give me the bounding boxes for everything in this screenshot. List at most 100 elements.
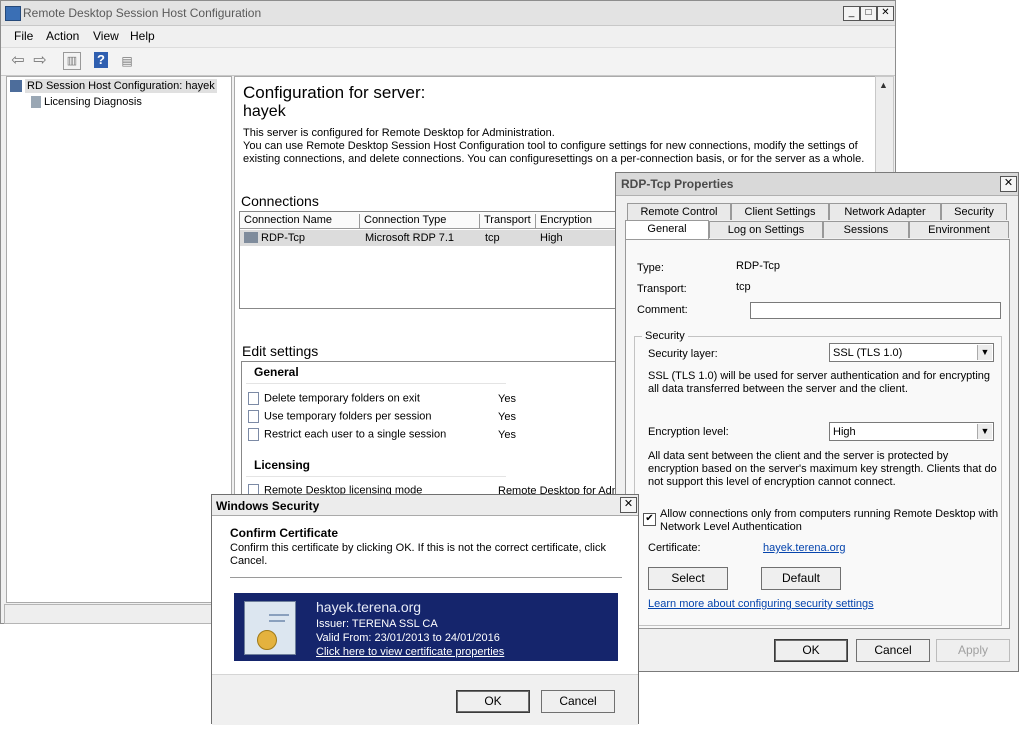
security-title: Windows Security [216, 499, 320, 513]
setting-icon [248, 428, 259, 441]
encryption-level-select[interactable]: High ▼ [829, 422, 994, 441]
divider [246, 383, 506, 384]
menu-action[interactable]: Action [46, 29, 79, 43]
props-ok-button[interactable]: OK [774, 639, 848, 662]
security-cancel-button[interactable]: Cancel [541, 690, 615, 713]
encryption-desc: All data sent between the client and the… [648, 450, 997, 488]
menu-file[interactable]: File [14, 29, 33, 43]
app-icon [5, 6, 21, 21]
view-cert-link[interactable]: Click here to view certificate propertie… [316, 646, 504, 658]
security-titlebar[interactable]: Windows Security ✕ [212, 495, 638, 516]
setting-icon [248, 392, 259, 405]
connections-title: Connections [241, 193, 319, 209]
col-transport[interactable]: Transport [480, 214, 536, 228]
diagnosis-icon [31, 96, 41, 109]
minimize-button[interactable]: _ [843, 6, 860, 21]
setting-row[interactable]: Delete temporary folders on exit [248, 392, 420, 405]
setting-value: Yes [498, 411, 516, 423]
certificate-line [269, 620, 285, 622]
tab-remote-control[interactable]: Remote Control [627, 203, 731, 220]
col-connection-name[interactable]: Connection Name [240, 214, 360, 228]
props-apply-button[interactable]: Apply [936, 639, 1010, 662]
setting-icon [248, 410, 259, 423]
default-button[interactable]: Default [761, 567, 841, 590]
tab-logon-settings[interactable]: Log on Settings [709, 221, 823, 238]
security-close-button[interactable]: ✕ [620, 497, 637, 513]
tree-licensing-diagnosis[interactable]: Licensing Diagnosis [31, 96, 142, 109]
security-footer: OK Cancel [212, 674, 638, 725]
security-layer-select[interactable]: SSL (TLS 1.0) ▼ [829, 343, 994, 362]
comment-input[interactable] [750, 302, 1001, 319]
forward-arrow-icon[interactable]: ⇨ [31, 52, 49, 70]
tree-licensing-label: Licensing Diagnosis [44, 96, 142, 108]
menu-help[interactable]: Help [130, 29, 155, 43]
tree-root-label: RD Session Host Configuration: hayek [25, 79, 217, 93]
certificate-icon [244, 601, 296, 655]
select-button[interactable]: Select [648, 567, 728, 590]
tab-network-adapter[interactable]: Network Adapter [829, 203, 941, 220]
close-button[interactable]: ✕ [877, 6, 894, 21]
cert-name: hayek.terena.org [316, 599, 422, 615]
setting-row[interactable]: Use temporary folders per session [248, 410, 432, 423]
col-connection-type[interactable]: Connection Type [360, 214, 480, 228]
setting-label: Use temporary folders per session [264, 410, 432, 423]
setting-label: Restrict each user to a single session [264, 428, 447, 441]
back-arrow-icon[interactable]: ⇦ [9, 52, 27, 70]
tab-security[interactable]: Security [941, 203, 1007, 220]
security-layer-label: Security layer: [648, 348, 718, 360]
desc-line-1: This server is configured for Remote Des… [243, 127, 555, 139]
tab-client-settings[interactable]: Client Settings [731, 203, 829, 220]
props-title: RDP-Tcp Properties [621, 177, 734, 191]
row-type: Microsoft RDP 7.1 [365, 232, 455, 244]
confirm-heading: Confirm Certificate [230, 526, 339, 540]
learn-more-link[interactable]: Learn more about configuring security se… [648, 598, 874, 610]
windows-security-dialog: Windows Security ✕ Confirm Certificate C… [211, 494, 639, 725]
main-titlebar[interactable]: Remote Desktop Session Host Configuratio… [1, 1, 895, 26]
menu-view[interactable]: View [93, 29, 119, 43]
row-transport: tcp [485, 232, 500, 244]
tab-sessions[interactable]: Sessions [823, 221, 909, 238]
setting-row[interactable]: Restrict each user to a single session [248, 428, 446, 441]
cert-valid: Valid From: 23/01/2013 to 24/01/2016 [316, 632, 500, 644]
licensing-section-title: Licensing [254, 458, 311, 472]
certificate-label: Certificate: [648, 542, 701, 554]
col-encryption[interactable]: Encryption [536, 214, 626, 228]
cert-issuer: Issuer: TERENA SSL CA [316, 618, 438, 630]
config-heading: Configuration for server: [243, 83, 426, 102]
security-layer-desc: SSL (TLS 1.0) will be used for server au… [648, 370, 990, 395]
certificate-seal [257, 630, 277, 650]
divider [246, 476, 506, 477]
chevron-down-icon: ▼ [977, 424, 992, 439]
edit-settings-title: Edit settings [242, 343, 319, 359]
show-hide-tree-icon[interactable]: ▥ [63, 52, 81, 70]
props-cancel-button[interactable]: Cancel [856, 639, 930, 662]
confirm-message: Confirm this certificate by clicking OK.… [230, 542, 606, 567]
certificate-tile[interactable]: hayek.terena.org Issuer: TERENA SSL CA V… [234, 593, 618, 661]
props-titlebar[interactable]: RDP-Tcp Properties ✕ [616, 173, 1018, 196]
server-config-icon [10, 80, 22, 93]
security-group-label: Security [642, 330, 688, 342]
properties-pane-icon[interactable]: ▤ [118, 52, 136, 70]
security-ok-button[interactable]: OK [456, 690, 530, 713]
properties-dialog: RDP-Tcp Properties ✕ Remote Control Clie… [615, 172, 1019, 672]
divider [230, 577, 622, 578]
desc-line-2: You can use Remote Desktop Session Host … [243, 140, 858, 152]
window-title: Remote Desktop Session Host Configuratio… [23, 6, 262, 20]
encryption-level-label: Encryption level: [648, 426, 729, 438]
certificate-link[interactable]: hayek.terena.org [763, 542, 846, 554]
help-icon[interactable]: ? [94, 52, 108, 68]
toolbar: ⇦ ⇨ ▥ ? ▤ [1, 47, 895, 76]
maximize-button[interactable]: □ [860, 6, 877, 21]
tab-general[interactable]: General [625, 220, 709, 239]
nla-checkbox[interactable]: ✔ [643, 513, 656, 526]
props-close-button[interactable]: ✕ [1000, 176, 1017, 192]
security-layer-value: SSL (TLS 1.0) [833, 347, 903, 359]
row-encryption: High [540, 232, 563, 244]
scroll-up-icon[interactable]: ▲ [879, 80, 888, 90]
row-name: RDP-Tcp [261, 232, 306, 244]
type-value: RDP-Tcp [736, 260, 781, 272]
tree-root[interactable]: RD Session Host Configuration: hayek [10, 79, 217, 93]
tab-environment[interactable]: Environment [909, 221, 1009, 238]
certificate-line [269, 614, 289, 616]
transport-value: tcp [736, 281, 751, 293]
